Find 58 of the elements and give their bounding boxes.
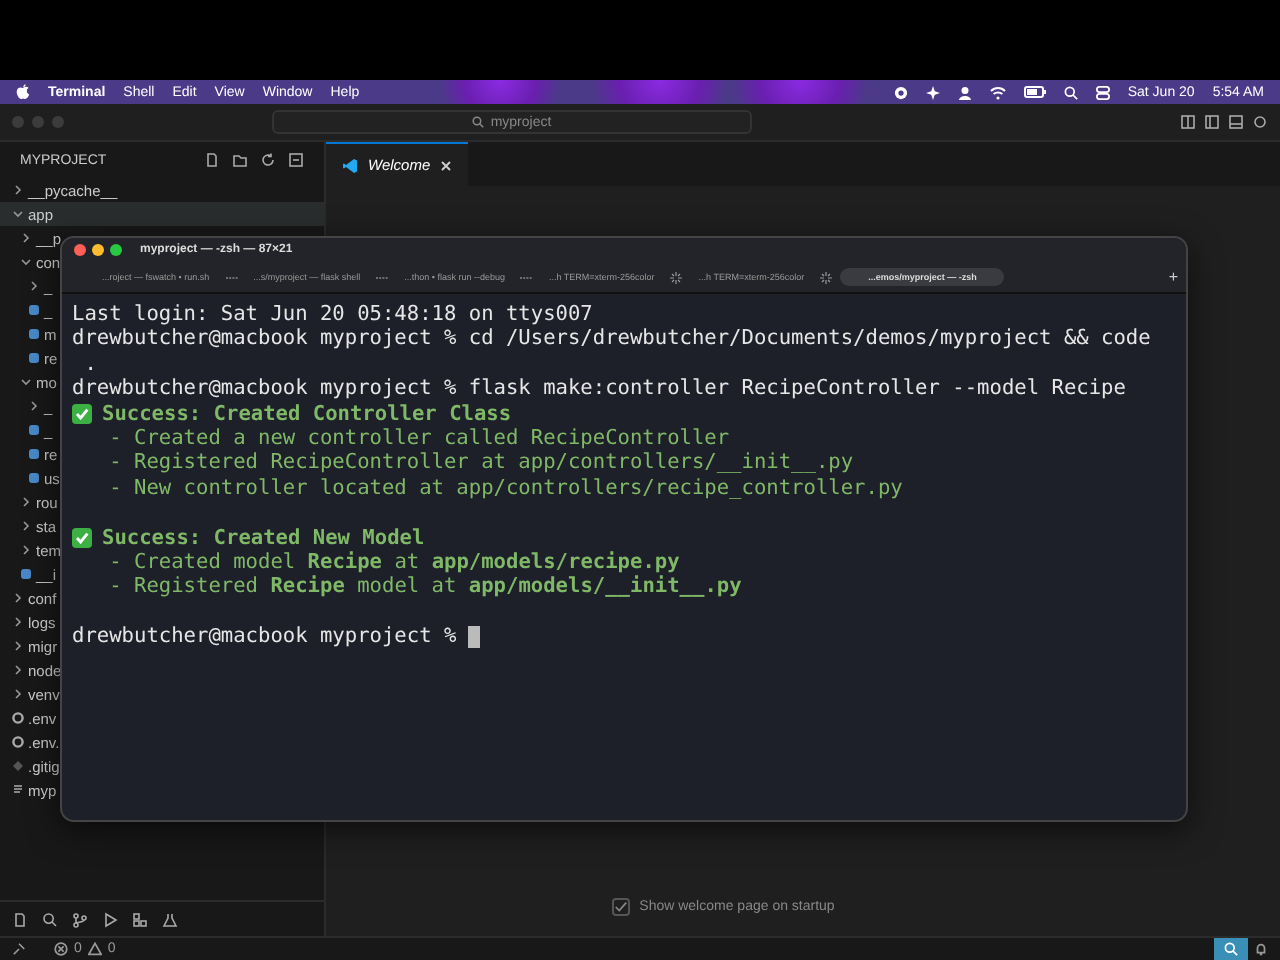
terminal-line: . — [82, 351, 97, 377]
check-icon — [72, 403, 92, 424]
bell-icon[interactable] — [1254, 942, 1268, 956]
terminal-line: - Registered RecipeController at app/controllers/__init__.py — [107, 450, 854, 476]
new-folder-icon[interactable] — [232, 152, 248, 168]
python-file-icon — [20, 568, 32, 580]
new-tab-button[interactable]: + — [1168, 268, 1178, 286]
close-icon[interactable] — [440, 159, 453, 171]
zoom-icon — [1224, 942, 1238, 956]
activity-icon — [225, 274, 238, 280]
terminal-line: Success: Created New Model — [102, 525, 425, 550]
vscode-icon — [342, 157, 358, 173]
sparkle-icon[interactable] — [925, 85, 940, 99]
terminal-line: - New controller located at app/controllers/recipe_controller.py — [107, 475, 903, 501]
terminal-line: - Registered Recipe model at app/models/__init__.py — [107, 574, 742, 600]
collapse-icon[interactable] — [288, 152, 304, 168]
checkbox[interactable] — [611, 898, 630, 916]
document-icon — [12, 784, 24, 796]
spinner-icon — [670, 271, 683, 283]
search-icon — [472, 116, 485, 128]
terminal-line: drewbutcher@macbook myproject % — [72, 624, 459, 649]
search-icon[interactable] — [42, 911, 58, 927]
apple-icon[interactable] — [16, 84, 30, 100]
terminal-line: Success: Created Controller Class — [102, 401, 512, 426]
terminal-line: drewbutcher@macbook myproject % cd /Users/drewbutcher/Documents/demos/myproject && code — [72, 326, 1151, 352]
extensions-icon[interactable] — [132, 911, 148, 927]
cursor — [468, 625, 481, 648]
sidebar-icon[interactable] — [1204, 114, 1220, 130]
flask-icon[interactable] — [162, 911, 178, 927]
toggles-icon[interactable] — [1095, 85, 1110, 99]
terminal-line: - Created model Recipe at app/models/recipe.py — [107, 549, 680, 575]
layout-icon[interactable] — [1180, 114, 1196, 130]
battery-icon[interactable] — [1023, 86, 1046, 98]
zoom-status-button[interactable] — [1214, 937, 1248, 960]
wifi-icon[interactable] — [989, 85, 1006, 99]
spinner-icon — [820, 271, 833, 283]
new-file-icon[interactable] — [204, 152, 220, 168]
minimize-button[interactable] — [92, 244, 104, 256]
close-button[interactable] — [74, 244, 86, 256]
branch-icon[interactable] — [72, 911, 88, 927]
panel-icon[interactable] — [1228, 114, 1244, 130]
warning-icon — [87, 942, 102, 956]
check-icon — [72, 527, 92, 548]
search-icon[interactable] — [1063, 85, 1078, 99]
record-icon[interactable] — [893, 85, 908, 99]
run-icon[interactable] — [102, 911, 118, 927]
terminal-line: - Created a new controller called RecipeController — [107, 425, 730, 451]
zoom-button[interactable] — [110, 244, 122, 256]
person-icon[interactable] — [957, 85, 972, 99]
terminal-line: Last login: Sat Jun 20 05:48:18 on ttys007 — [72, 302, 593, 327]
diamond-icon — [12, 760, 24, 772]
activity-icon — [376, 274, 389, 280]
terminal-line: drewbutcher@macbook myproject % flask make:controller RecipeController --model Recipe — [72, 376, 1126, 402]
activity-icon — [520, 274, 533, 280]
files-icon[interactable] — [12, 911, 28, 927]
error-icon — [54, 942, 68, 956]
remote-icon[interactable] — [12, 942, 26, 956]
refresh-icon[interactable] — [260, 152, 276, 168]
